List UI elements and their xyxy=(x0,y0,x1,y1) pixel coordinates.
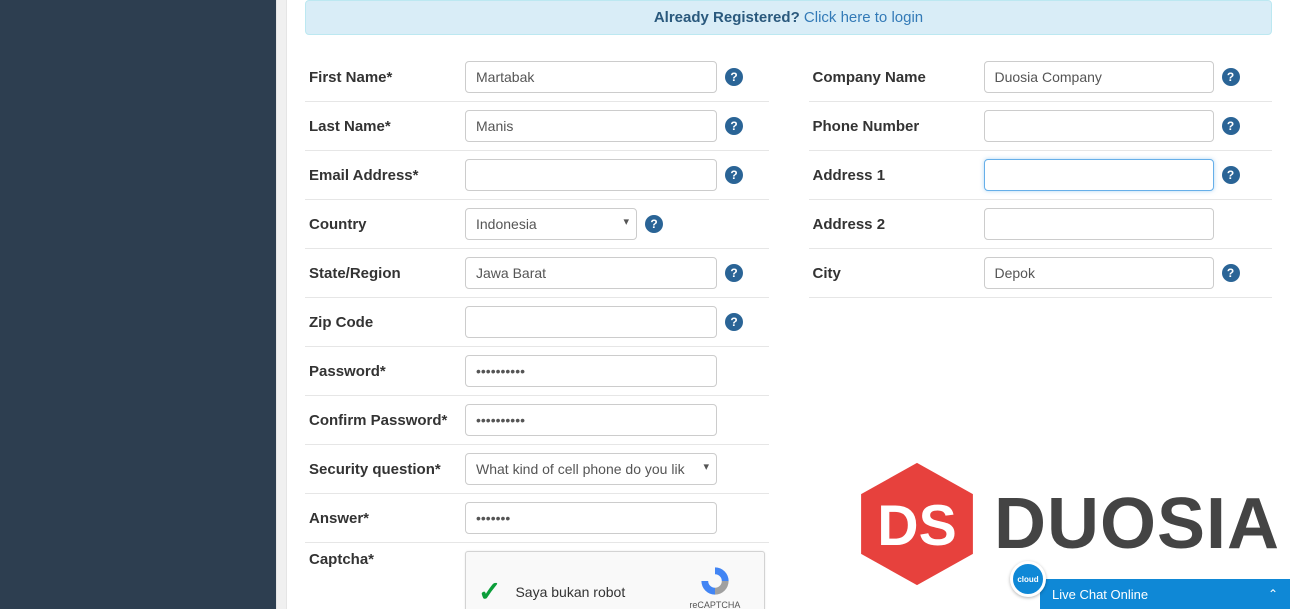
answer-input[interactable] xyxy=(465,502,717,534)
security-question-label: Security question* xyxy=(305,461,465,478)
help-icon[interactable]: ? xyxy=(725,313,743,331)
company-label: Company Name xyxy=(809,69,984,86)
recaptcha-logo-icon xyxy=(698,564,732,598)
cloud-badge-icon[interactable]: cloud xyxy=(1010,561,1046,597)
zip-label: Zip Code xyxy=(305,314,465,331)
security-question-select[interactable]: What kind of cell phone do you lik xyxy=(465,453,717,485)
help-icon[interactable]: ? xyxy=(1222,264,1240,282)
confirm-password-label: Confirm Password* xyxy=(305,412,465,429)
phone-input[interactable] xyxy=(984,110,1214,142)
email-input[interactable] xyxy=(465,159,717,191)
help-icon[interactable]: ? xyxy=(725,264,743,282)
chevron-up-icon: ⌃ xyxy=(1268,587,1278,601)
address2-input[interactable] xyxy=(984,208,1214,240)
recaptcha-brand: reCAPTCHA xyxy=(678,600,752,609)
email-label: Email Address* xyxy=(305,167,465,184)
right-column: Company Name ? Phone Number ? Address 1 xyxy=(809,53,1273,609)
confirm-password-input[interactable] xyxy=(465,404,717,436)
city-input[interactable] xyxy=(984,257,1214,289)
help-icon[interactable]: ? xyxy=(645,215,663,233)
first-name-label: First Name* xyxy=(305,69,465,86)
last-name-label: Last Name* xyxy=(305,118,465,135)
zip-input[interactable] xyxy=(465,306,717,338)
sidebar xyxy=(0,0,287,609)
already-registered-banner: Already Registered? Click here to login xyxy=(305,0,1272,35)
help-icon[interactable]: ? xyxy=(725,68,743,86)
last-name-input[interactable] xyxy=(465,110,717,142)
state-input[interactable] xyxy=(465,257,717,289)
address1-label: Address 1 xyxy=(809,167,984,184)
captcha-label: Captcha* xyxy=(305,551,465,568)
phone-label: Phone Number xyxy=(809,118,984,135)
checkmark-icon: ✓ xyxy=(478,575,501,608)
recaptcha-text: Saya bukan robot xyxy=(515,584,663,600)
password-input[interactable] xyxy=(465,355,717,387)
login-link[interactable]: Click here to login xyxy=(804,9,923,26)
first-name-input[interactable] xyxy=(465,61,717,93)
help-icon[interactable]: ? xyxy=(1222,166,1240,184)
city-label: City xyxy=(809,265,984,282)
registration-form: Already Registered? Click here to login … xyxy=(287,0,1290,609)
help-icon[interactable]: ? xyxy=(725,117,743,135)
help-icon[interactable]: ? xyxy=(725,166,743,184)
address2-label: Address 2 xyxy=(809,216,984,233)
chat-label: Live Chat Online xyxy=(1052,587,1148,602)
answer-label: Answer* xyxy=(305,510,465,527)
recaptcha-widget[interactable]: ✓ Saya bukan robot reCAPTCHA Privasi - P… xyxy=(465,551,765,609)
banner-question: Already Registered? xyxy=(654,9,800,26)
help-icon[interactable]: ? xyxy=(1222,68,1240,86)
country-label: Country xyxy=(305,216,465,233)
password-label: Password* xyxy=(305,363,465,380)
left-column: First Name* ? Last Name* ? Email Address… xyxy=(305,53,769,609)
state-label: State/Region xyxy=(305,265,465,282)
company-input[interactable] xyxy=(984,61,1214,93)
country-select[interactable]: Indonesia xyxy=(465,208,637,240)
help-icon[interactable]: ? xyxy=(1222,117,1240,135)
live-chat-tab[interactable]: Live Chat Online ⌃ xyxy=(1040,579,1290,609)
address1-input[interactable] xyxy=(984,159,1214,191)
